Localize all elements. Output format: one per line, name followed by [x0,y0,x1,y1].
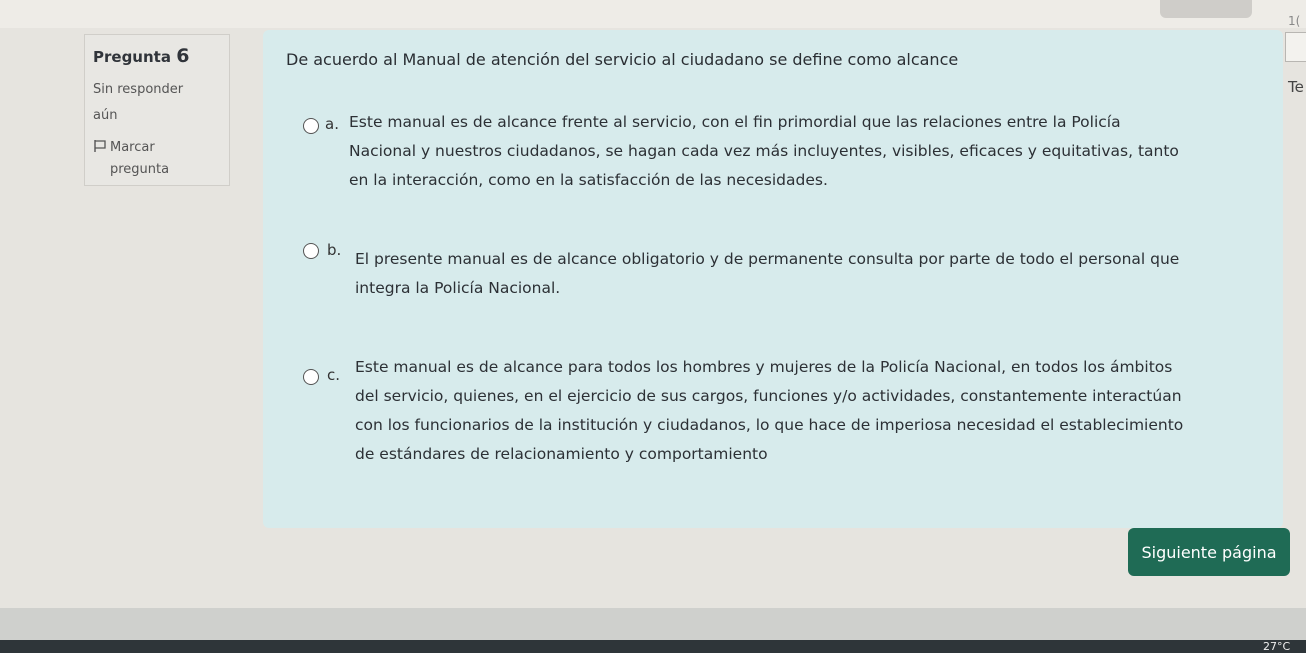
question-label: Pregunta [93,48,171,66]
radio-button-a[interactable] [303,118,319,134]
option-letter-c: c. [327,366,341,384]
question-panel: De acuerdo al Manual de atención del ser… [263,30,1283,528]
option-text-a: Este manual es de alcance frente al serv… [349,108,1279,195]
question-text: De acuerdo al Manual de atención del ser… [286,50,959,69]
nav-block-partial[interactable] [1285,32,1306,62]
flag-question-toggle[interactable]: Marcar pregunta [93,137,221,181]
temperature-readout: 27°C [1263,640,1291,653]
question-info-box: Pregunta 6 Sin responder aún Marcar preg… [84,34,230,186]
option-a-line-3: en la interacción, como en la satisfacci… [349,171,828,189]
right-partial-label: Te [1288,78,1304,96]
question-title: Pregunta 6 [93,45,221,67]
question-state-line2: aún [93,108,118,123]
timer-tab [1160,0,1252,18]
question-state-line1: Sin responder [93,82,184,97]
browser-top-strip [0,0,1306,28]
question-number: 6 [176,45,190,67]
top-right-number: 1( [1288,14,1301,28]
option-c-line-1: Este manual es de alcance para todos los… [355,358,1173,376]
flag-icon [94,140,106,152]
option-letter-b: b. [327,241,342,259]
flag-label-line2: pregunta [110,162,170,177]
radio-button-c[interactable] [303,369,319,385]
option-b-line-2: integra la Policía Nacional. [355,279,561,297]
option-c-line-3: con los funcionarios de la institución y… [355,416,1184,434]
option-a-line-2: Nacional y nuestros ciudadanos, se hagan… [349,142,1179,160]
option-a-line-1: Este manual es de alcance frente al serv… [349,113,1121,131]
question-state: Sin responder aún [93,77,221,129]
option-text-c: Este manual es de alcance para todos los… [355,353,1279,469]
radio-button-b[interactable] [303,243,319,259]
option-text-b: El presente manual es de alcance obligat… [355,245,1275,303]
option-c-line-4: de estándares de relacionamiento y compo… [355,445,768,463]
next-page-button[interactable]: Siguiente página [1128,528,1290,576]
option-b-line-1: El presente manual es de alcance obligat… [355,250,1180,268]
option-c-line-2: del servicio, quienes, en el ejercicio d… [355,387,1182,405]
taskbar-strip [0,640,1306,653]
flag-label-line1: Marcar [110,140,155,155]
option-letter-a: a. [325,115,339,133]
flag-label: Marcar pregunta [110,137,169,181]
